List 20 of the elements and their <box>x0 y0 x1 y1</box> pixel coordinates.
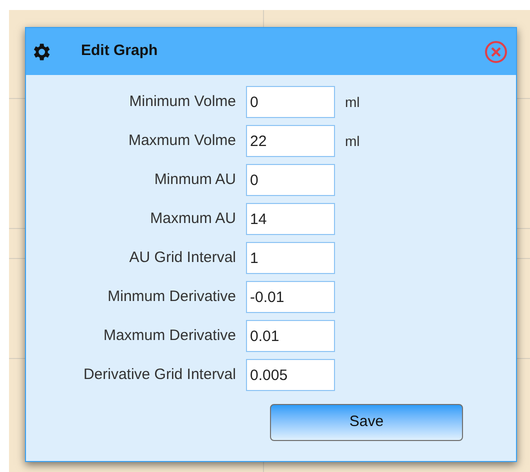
input-field[interactable]: 1 <box>246 242 335 274</box>
input-field[interactable]: -0.01 <box>246 281 335 313</box>
field-label: Minmum Derivative <box>106 286 236 307</box>
input-field[interactable]: 22 <box>246 125 335 157</box>
unit-label: ml <box>345 132 360 150</box>
field-label: Derivative Grid Interval <box>82 364 236 385</box>
input-field[interactable]: 14 <box>246 203 335 235</box>
field-label: Minmum AU <box>153 170 236 190</box>
unit-label: ml <box>345 92 360 112</box>
input-field[interactable]: 0.01 <box>246 320 335 352</box>
input-field[interactable]: 0 <box>246 164 335 196</box>
field-label: Minimum Volme <box>128 92 236 112</box>
dialog-title: Edit Graph <box>81 41 158 62</box>
input-field[interactable]: 0 <box>246 86 335 118</box>
field-label: AU Grid Interval <box>128 248 236 268</box>
field-label: Maxmum AU <box>149 208 236 229</box>
field-label: Maxmum Volme <box>127 130 236 151</box>
field-label: Maxmum Derivative <box>102 326 236 346</box>
input-field[interactable]: 0.005 <box>246 359 335 391</box>
save-button[interactable]: Save <box>270 404 463 441</box>
